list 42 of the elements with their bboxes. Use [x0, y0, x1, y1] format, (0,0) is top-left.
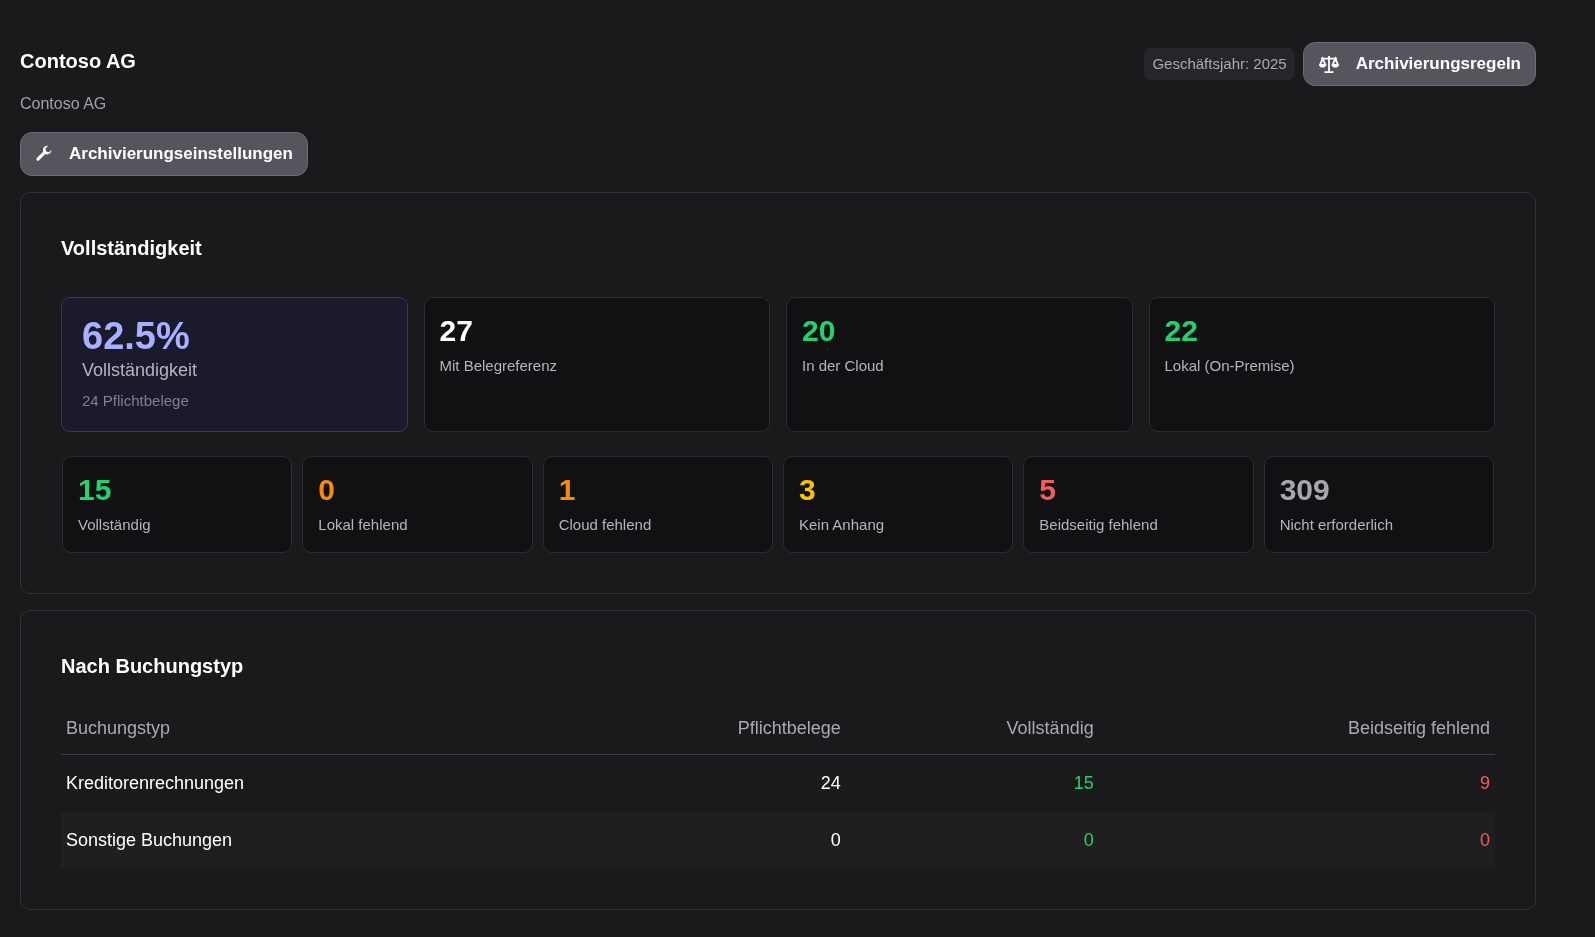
column-header: Buchungstyp: [61, 703, 552, 755]
table-cell: 0: [1098, 812, 1495, 870]
stat-label: Vollständigkeit: [82, 359, 199, 383]
stat-value: 0: [318, 472, 336, 506]
settings-button[interactable]: Archivierungseinstellungen: [20, 132, 308, 176]
stat-label: Kein Anhang: [799, 514, 886, 535]
fiscal-year-badge: Geschäftsjahr: 2025: [1144, 47, 1295, 80]
stat-value: 3: [799, 472, 817, 506]
stat-label: Lokal fehlend: [318, 514, 409, 535]
stat-value: 27: [439, 313, 474, 347]
scale-icon: [1317, 54, 1340, 73]
stat-label: Nicht erforderlich: [1279, 514, 1394, 535]
company-subtitle: Contoso AG: [20, 94, 108, 114]
stat-value: 15: [78, 472, 113, 506]
table-cell: 15: [845, 754, 1099, 813]
stat-value: 22: [1164, 313, 1199, 347]
company-title: Contoso AG: [20, 49, 137, 74]
rules-button[interactable]: Archivierungsregeln: [1302, 42, 1536, 86]
stat-label: Beidseitig fehlend: [1039, 514, 1159, 535]
table-cell: Sonstige Buchungen: [61, 812, 552, 870]
table-cell: 24: [551, 754, 846, 813]
stat-label: Mit Belegreferenz: [439, 355, 559, 376]
wrench-icon: [35, 144, 53, 163]
section-title: Nach Buchungstyp: [61, 654, 245, 680]
stat-note: 24 Pflichtbelege: [82, 391, 190, 412]
stat-value: 309: [1279, 472, 1331, 506]
section-title: Vollständigkeit: [61, 235, 203, 261]
column-header: Pflichtbelege: [551, 703, 846, 755]
column-header: Vollständig: [845, 703, 1099, 755]
percentage-value: 62.5%: [82, 315, 191, 358]
table-cell: Kreditorenrechnungen: [61, 754, 552, 813]
stat-value: 20: [802, 313, 837, 347]
stat-value: 1: [558, 472, 577, 506]
stat-label: Lokal (On-Premise): [1164, 355, 1296, 376]
stat-label: In der Cloud: [802, 355, 885, 376]
table-cell: 0: [551, 812, 846, 870]
table-cell: 9: [1098, 754, 1495, 813]
stat-label: Vollständig: [78, 514, 152, 535]
stat-label: Cloud fehlend: [558, 514, 653, 535]
stat-value: 5: [1039, 472, 1057, 506]
table-cell: 0: [845, 812, 1099, 870]
column-header: Beidseitig fehlend: [1098, 703, 1495, 755]
